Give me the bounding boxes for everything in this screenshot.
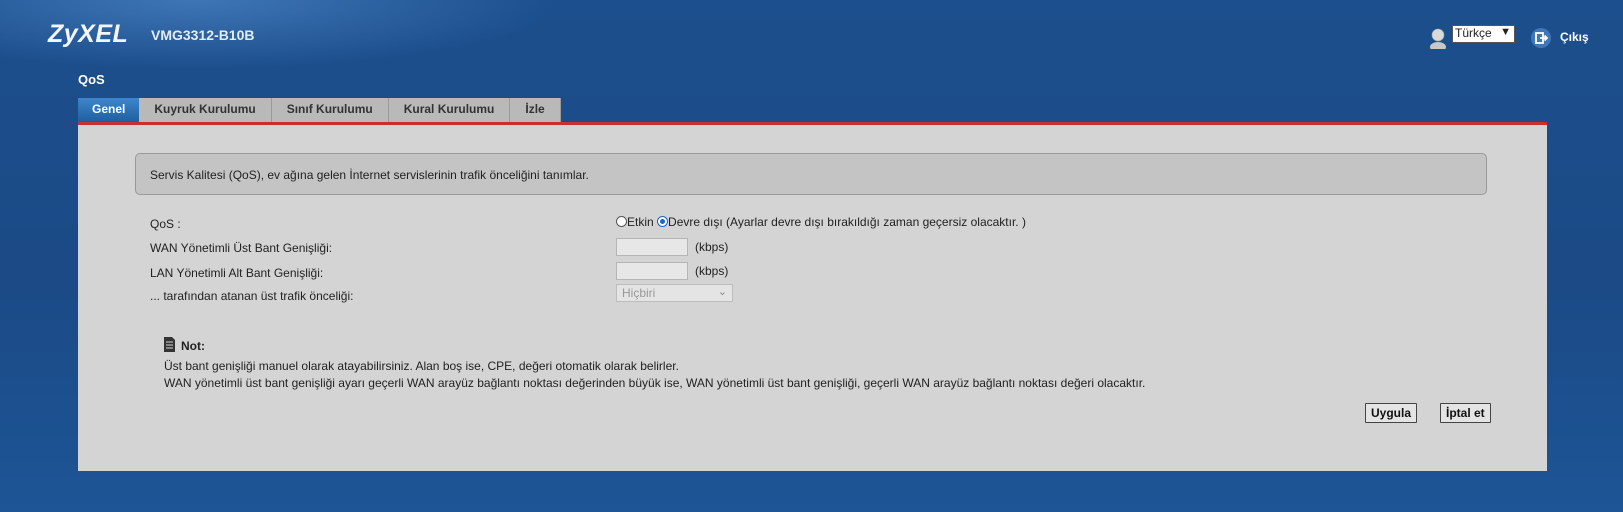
content-panel: Servis Kalitesi (QoS), ev ağına gelen İn… [78,122,1547,471]
lan-downstream-input[interactable] [616,262,688,280]
qos-disabled-radio[interactable] [657,216,669,227]
qos-label: QoS : [150,217,181,231]
logout-link[interactable]: Çıkış [1560,30,1589,44]
description-box: Servis Kalitesi (QoS), ev ağına gelen İn… [135,153,1487,195]
note-title: Not: [181,339,205,353]
chevron-down-icon: ▼ [1500,26,1511,38]
priority-label: ... tarafından atanan üst trafik önceliğ… [150,289,354,303]
note-icon [164,337,175,352]
wan-upstream-label: WAN Yönetimli Üst Bant Genişliği: [150,241,333,255]
tab-genel[interactable]: Genel [78,98,140,122]
tab-izle[interactable]: İzle [510,98,561,122]
wan-upstream-input[interactable] [616,238,688,256]
description-text: Servis Kalitesi (QoS), ev ağına gelen İn… [150,168,589,182]
cancel-button[interactable]: İptal et [1440,403,1491,423]
priority-select[interactable]: Hiçbiri ⌄ [616,284,733,302]
wan-upstream-unit: (kbps) [695,240,729,254]
brand-logo: ZyXEL [48,20,129,48]
note-line-2: WAN yönetimli üst bant genişliği ayarı g… [164,376,1146,390]
language-select-value: Türkçe [1455,26,1492,40]
note-line-1: Üst bant genişliği manuel olarak atayabi… [164,359,679,373]
tab-bar: Genel Kuyruk Kurulumu Sınıf Kurulumu Kur… [78,98,561,122]
tab-sinif-kurulumu[interactable]: Sınıf Kurulumu [271,98,389,122]
lan-downstream-label: LAN Yönetimli Alt Bant Genişliği: [150,266,324,280]
logout-icon[interactable] [1530,27,1552,49]
qos-disabled-label: Devre dışı (Ayarlar devre dışı bırakıldı… [668,215,1026,229]
chevron-down-icon: ⌄ [717,286,727,298]
tab-kuyruk-kurulumu[interactable]: Kuyruk Kurulumu [139,98,272,122]
tab-kural-kurulumu[interactable]: Kural Kurulumu [388,98,511,122]
apply-button[interactable]: Uygula [1365,403,1418,423]
qos-enabled-label: Etkin [627,215,654,229]
qos-radio-group: Etkin Devre dışı (Ayarlar devre dışı bır… [616,215,1026,229]
user-icon [1430,28,1446,49]
priority-select-value: Hiçbiri [622,286,656,300]
device-model: VMG3312-B10B [151,27,255,43]
wan-upstream-row: (kbps) [616,238,728,256]
qos-enabled-radio[interactable] [616,216,627,227]
page-title: QoS [78,72,105,87]
lan-downstream-row: (kbps) [616,262,728,280]
lan-downstream-unit: (kbps) [695,264,729,278]
language-select[interactable]: Türkçe ▼ [1452,25,1515,43]
